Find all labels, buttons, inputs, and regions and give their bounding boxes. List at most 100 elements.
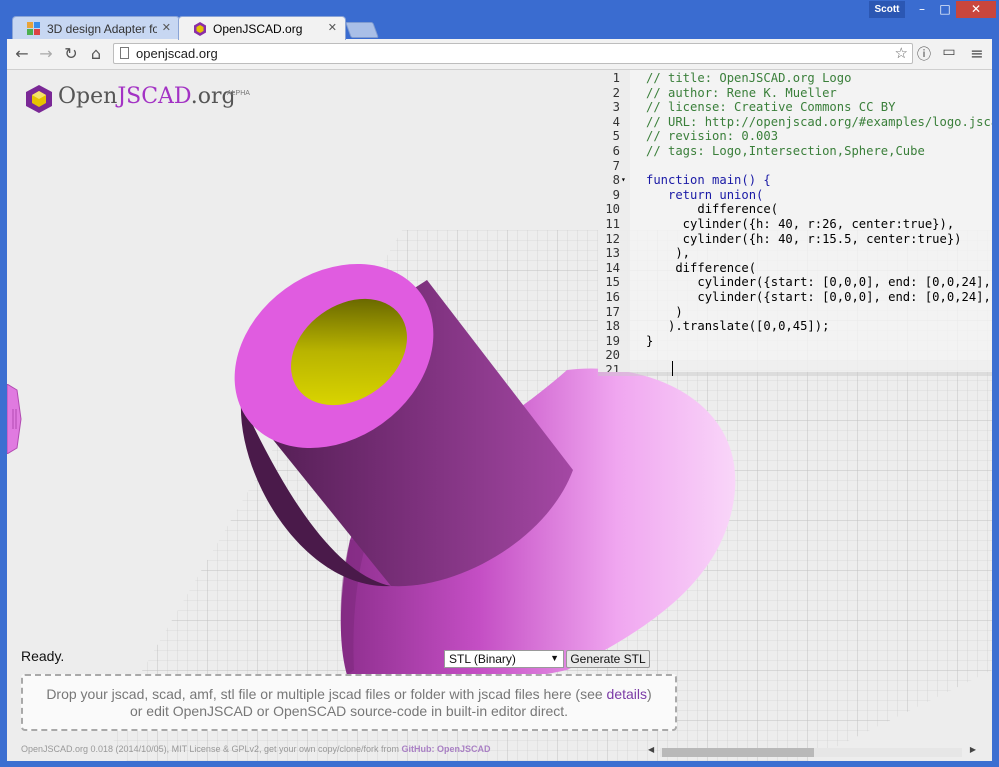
line-number: 20 [605,348,620,363]
line-number: 8 [612,173,620,188]
back-arrow-icon[interactable]: ← [12,44,32,64]
code-text: difference( [646,260,757,275]
url-text[interactable]: openjscad.org [136,46,218,61]
code-text: // author: Rene K. Mueller [646,85,837,100]
thingiverse-icon [27,22,40,35]
logo-prefix: Open [58,84,118,109]
code-line: 1 // title: OpenJSCAD.org Logo [598,71,992,86]
extension-info-icon[interactable]: ⓘ [914,44,934,64]
line-number: 4 [612,114,620,129]
code-line: 17 ) [598,305,992,320]
openjscad-icon [194,22,206,36]
editor-instructions: or edit OpenJSCAD or OpenSCAD source-cod… [129,703,569,719]
home-icon[interactable]: ⌂ [86,44,106,64]
alpha-badge: ALPHA [227,90,250,97]
code-editor[interactable]: 1 // title: OpenJSCAD.org Logo 2 // author… [598,70,992,372]
close-window-button[interactable]: ✕ [956,1,996,18]
drop-instructions: Drop your jscad, scad, amf, stl file or … [23,686,675,702]
status-text: Ready. [21,648,65,664]
code-text: } [646,333,654,348]
code-text: // revision: 0.003 [646,129,779,144]
maximize-button[interactable]: □ [934,1,956,18]
logo-text: OpenJSCAD.org [58,84,236,109]
bookmark-star-icon[interactable]: ☆ [895,44,908,62]
menu-icon[interactable]: ≡ [967,44,987,64]
minimize-button[interactable]: – [910,1,934,18]
profile-button[interactable]: Scott [869,1,905,18]
line-number: 19 [605,333,620,348]
dropdown-arrow-icon: ▼ [550,653,559,663]
line-number: 3 [612,100,620,115]
code-text: // license: Creative Commons CC BY [646,100,896,115]
code-text: // title: OpenJSCAD.org Logo [646,71,852,85]
code-text: cylinder({h: 40, r:15.5, center:true}) [646,231,962,246]
code-line: 5 // revision: 0.003 [598,129,992,144]
details-link[interactable]: details [607,686,647,702]
line-number: 5 [612,129,620,144]
line-number: 9 [612,187,620,202]
tab-close-icon[interactable]: ✕ [162,21,171,34]
tab-label: 3D design Adapter for Pri [47,22,157,36]
line-number: 14 [605,260,620,275]
code-line: 7 [598,159,992,174]
logo-cube-icon [26,85,52,113]
scroll-right-icon[interactable]: ▶ [970,745,976,754]
address-bar[interactable]: openjscad.org ☆ [113,43,913,64]
code-line: 11 cylinder({h: 40, r:26, center:true}), [598,217,992,232]
left-panel-toggle[interactable] [7,384,23,454]
code-line: 14 difference( [598,261,992,276]
code-text: difference( [646,202,779,217]
code-text: return union( [646,187,764,202]
code-text: cylinder({start: [0,0,0], end: [0,0,24],… [646,275,992,290]
tab-openjscad[interactable]: OpenJSCAD.org ✕ [178,16,346,40]
code-text: function main() { [646,173,771,188]
scroll-left-icon[interactable]: ◀ [648,745,654,754]
code-line: 19} [598,334,992,349]
drop-text: Drop your jscad, scad, amf, stl file or … [46,686,603,702]
code-line: 21 [598,363,992,372]
tab-close-icon[interactable]: ✕ [328,21,337,34]
footer: OpenJSCAD.org 0.018 (2014/10/05), MIT Li… [21,744,491,754]
text-cursor [672,361,673,376]
code-text: // tags: Logo,Intersection,Sphere,Cube [646,144,925,158]
line-number: 1 [612,71,620,85]
code-line: 16 cylinder({start: [0,0,0], end: [0,0,2… [598,290,992,305]
line-number: 15 [605,275,620,290]
tab-3d-design-adapter[interactable]: 3D design Adapter for Pri ✕ [12,16,180,40]
scroll-thumb[interactable] [662,748,814,757]
code-text: ) [646,304,683,319]
logo-highlight: JSCAD [117,84,191,109]
new-tab-button[interactable] [345,22,379,38]
footer-text: OpenJSCAD.org 0.018 (2014/10/05), MIT Li… [21,744,402,754]
line-number: 10 [605,202,620,217]
line-number: 2 [612,85,620,100]
code-line: 4 // URL: http://openjscad.org/#examples/… [598,115,992,130]
fold-arrow-icon[interactable]: ▾ [621,175,626,184]
github-link[interactable]: GitHub: OpenJSCAD [402,744,491,754]
reload-icon[interactable]: ↻ [61,44,81,64]
browser-toolbar: ← → ↻ ⌂ openjscad.org ☆ ⓘ ▭ ≡ [7,39,992,70]
code-line: 13 ), [598,246,992,261]
editor-horizontal-scrollbar[interactable]: ◀ ▶ [648,745,976,759]
code-line: 10 difference( [598,202,992,217]
file-drop-zone[interactable]: Drop your jscad, scad, amf, stl file or … [21,674,677,731]
code-text: // URL: http://openjscad.org/#examples/l… [646,114,992,129]
code-text: cylinder({start: [0,0,0], end: [0,0,24],… [646,290,992,304]
code-line: 18 ).translate([0,0,45]); [598,319,992,334]
line-number: 18 [605,319,620,334]
page-content: OpenJSCAD.org ALPHA 1 // title: OpenJSCAD… [7,70,992,761]
line-number: 16 [605,290,620,304]
line-number: 21 [605,363,620,372]
code-text: ), [646,246,691,261]
code-line: 20 [598,348,992,363]
code-line: 12 cylinder({h: 40, r:15.5, center:true}… [598,232,992,247]
line-number: 17 [605,304,620,319]
generate-stl-button[interactable]: Generate STL [566,650,650,668]
code-line: 8 ▾ function main() { [598,173,992,188]
page-icon [120,47,129,59]
cast-icon[interactable]: ▭ [939,44,959,64]
forward-arrow-icon[interactable]: → [36,44,56,64]
export-format-select[interactable]: STL (Binary) ▼ [444,650,564,668]
code-line: 9 return union( [598,188,992,203]
code-line: 3 // license: Creative Commons CC BY [598,100,992,115]
